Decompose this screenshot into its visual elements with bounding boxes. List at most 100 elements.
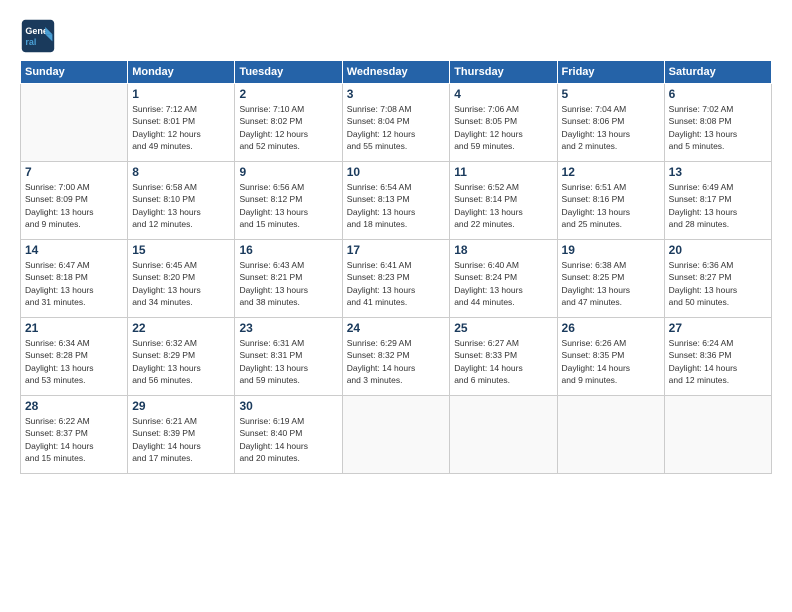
calendar-cell: 26 Sunrise: 6:26 AM Sunset: 8:35 PM Dayli… [557, 318, 664, 396]
calendar-cell: 24 Sunrise: 6:29 AM Sunset: 8:32 PM Dayli… [342, 318, 449, 396]
day-info: Sunrise: 6:45 AM Sunset: 8:20 PM Dayligh… [132, 259, 230, 308]
day-number: 15 [132, 243, 230, 257]
day-info: Sunrise: 6:36 AM Sunset: 8:27 PM Dayligh… [669, 259, 767, 308]
weekday-header-thursday: Thursday [450, 61, 557, 84]
day-number: 5 [562, 87, 660, 101]
calendar-cell [664, 396, 771, 474]
page: Gene ral SundayMondayTuesdayWednesdayThu… [0, 0, 792, 612]
logo-icon: Gene ral [20, 18, 56, 54]
calendar-cell: 11 Sunrise: 6:52 AM Sunset: 8:14 PM Dayli… [450, 162, 557, 240]
day-info: Sunrise: 7:00 AM Sunset: 8:09 PM Dayligh… [25, 181, 123, 230]
calendar-cell: 13 Sunrise: 6:49 AM Sunset: 8:17 PM Dayli… [664, 162, 771, 240]
day-info: Sunrise: 6:38 AM Sunset: 8:25 PM Dayligh… [562, 259, 660, 308]
day-number: 22 [132, 321, 230, 335]
header: Gene ral [20, 18, 772, 54]
day-number: 14 [25, 243, 123, 257]
weekday-header-wednesday: Wednesday [342, 61, 449, 84]
week-row-3: 14 Sunrise: 6:47 AM Sunset: 8:18 PM Dayli… [21, 240, 772, 318]
calendar-cell: 16Sunrise: 6:43 AM Sunset: 8:21 PM Dayli… [235, 240, 342, 318]
day-info: Sunrise: 6:19 AM Sunset: 8:40 PM Dayligh… [239, 415, 337, 464]
week-row-2: 7 Sunrise: 7:00 AM Sunset: 8:09 PM Daylig… [21, 162, 772, 240]
calendar-cell: 5 Sunrise: 7:04 AM Sunset: 8:06 PM Daylig… [557, 84, 664, 162]
week-row-1: 1Sunrise: 7:12 AM Sunset: 8:01 PM Daylig… [21, 84, 772, 162]
day-number: 19 [562, 243, 660, 257]
day-info: Sunrise: 6:34 AM Sunset: 8:28 PM Dayligh… [25, 337, 123, 386]
day-info: Sunrise: 6:21 AM Sunset: 8:39 PM Dayligh… [132, 415, 230, 464]
day-info: Sunrise: 6:49 AM Sunset: 8:17 PM Dayligh… [669, 181, 767, 230]
day-number: 9 [239, 165, 337, 179]
weekday-header-friday: Friday [557, 61, 664, 84]
day-info: Sunrise: 7:10 AM Sunset: 8:02 PM Dayligh… [239, 103, 337, 152]
svg-text:Gene: Gene [25, 26, 48, 36]
day-number: 6 [669, 87, 767, 101]
calendar-cell: 8 Sunrise: 6:58 AM Sunset: 8:10 PM Daylig… [128, 162, 235, 240]
calendar-cell: 30 Sunrise: 6:19 AM Sunset: 8:40 PM Dayli… [235, 396, 342, 474]
day-number: 18 [454, 243, 552, 257]
calendar-cell: 29Sunrise: 6:21 AM Sunset: 8:39 PM Dayli… [128, 396, 235, 474]
calendar-cell: 19 Sunrise: 6:38 AM Sunset: 8:25 PM Dayli… [557, 240, 664, 318]
calendar-cell: 1Sunrise: 7:12 AM Sunset: 8:01 PM Daylig… [128, 84, 235, 162]
calendar-body: 1Sunrise: 7:12 AM Sunset: 8:01 PM Daylig… [21, 84, 772, 474]
calendar-cell: 17Sunrise: 6:41 AM Sunset: 8:23 PM Dayli… [342, 240, 449, 318]
day-number: 7 [25, 165, 123, 179]
day-info: Sunrise: 7:04 AM Sunset: 8:06 PM Dayligh… [562, 103, 660, 152]
weekday-row: SundayMondayTuesdayWednesdayThursdayFrid… [21, 61, 772, 84]
calendar-cell: 7 Sunrise: 7:00 AM Sunset: 8:09 PM Daylig… [21, 162, 128, 240]
day-info: Sunrise: 7:02 AM Sunset: 8:08 PM Dayligh… [669, 103, 767, 152]
calendar-cell: 4Sunrise: 7:06 AM Sunset: 8:05 PM Daylig… [450, 84, 557, 162]
weekday-header-saturday: Saturday [664, 61, 771, 84]
calendar-cell: 15 Sunrise: 6:45 AM Sunset: 8:20 PM Dayli… [128, 240, 235, 318]
weekday-header-sunday: Sunday [21, 61, 128, 84]
week-row-4: 21 Sunrise: 6:34 AM Sunset: 8:28 PM Dayli… [21, 318, 772, 396]
calendar-cell: 18Sunrise: 6:40 AM Sunset: 8:24 PM Dayli… [450, 240, 557, 318]
day-info: Sunrise: 6:58 AM Sunset: 8:10 PM Dayligh… [132, 181, 230, 230]
day-number: 26 [562, 321, 660, 335]
day-info: Sunrise: 6:52 AM Sunset: 8:14 PM Dayligh… [454, 181, 552, 230]
day-info: Sunrise: 6:41 AM Sunset: 8:23 PM Dayligh… [347, 259, 445, 308]
day-info: Sunrise: 6:54 AM Sunset: 8:13 PM Dayligh… [347, 181, 445, 230]
day-info: Sunrise: 6:29 AM Sunset: 8:32 PM Dayligh… [347, 337, 445, 386]
day-number: 3 [347, 87, 445, 101]
calendar-cell: 28Sunrise: 6:22 AM Sunset: 8:37 PM Dayli… [21, 396, 128, 474]
logo: Gene ral [20, 18, 60, 54]
day-number: 12 [562, 165, 660, 179]
calendar-cell [342, 396, 449, 474]
calendar-cell: 27 Sunrise: 6:24 AM Sunset: 8:36 PM Dayli… [664, 318, 771, 396]
calendar-cell: 3 Sunrise: 7:08 AM Sunset: 8:04 PM Daylig… [342, 84, 449, 162]
svg-text:ral: ral [25, 37, 36, 47]
day-number: 30 [239, 399, 337, 413]
day-info: Sunrise: 6:32 AM Sunset: 8:29 PM Dayligh… [132, 337, 230, 386]
day-number: 24 [347, 321, 445, 335]
day-number: 20 [669, 243, 767, 257]
day-number: 23 [239, 321, 337, 335]
day-number: 2 [239, 87, 337, 101]
calendar-cell: 22 Sunrise: 6:32 AM Sunset: 8:29 PM Dayli… [128, 318, 235, 396]
calendar-cell: 20 Sunrise: 6:36 AM Sunset: 8:27 PM Dayli… [664, 240, 771, 318]
calendar-cell: 12Sunrise: 6:51 AM Sunset: 8:16 PM Dayli… [557, 162, 664, 240]
calendar-cell: 2 Sunrise: 7:10 AM Sunset: 8:02 PM Daylig… [235, 84, 342, 162]
week-row-5: 28Sunrise: 6:22 AM Sunset: 8:37 PM Dayli… [21, 396, 772, 474]
day-number: 8 [132, 165, 230, 179]
calendar-cell [450, 396, 557, 474]
calendar-cell: 21 Sunrise: 6:34 AM Sunset: 8:28 PM Dayli… [21, 318, 128, 396]
calendar-cell [21, 84, 128, 162]
day-info: Sunrise: 7:08 AM Sunset: 8:04 PM Dayligh… [347, 103, 445, 152]
day-info: Sunrise: 6:31 AM Sunset: 8:31 PM Dayligh… [239, 337, 337, 386]
calendar-cell: 6 Sunrise: 7:02 AM Sunset: 8:08 PM Daylig… [664, 84, 771, 162]
day-number: 11 [454, 165, 552, 179]
calendar-cell: 25 Sunrise: 6:27 AM Sunset: 8:33 PM Dayli… [450, 318, 557, 396]
day-number: 25 [454, 321, 552, 335]
day-info: Sunrise: 6:26 AM Sunset: 8:35 PM Dayligh… [562, 337, 660, 386]
weekday-header-monday: Monday [128, 61, 235, 84]
day-number: 27 [669, 321, 767, 335]
day-info: Sunrise: 6:22 AM Sunset: 8:37 PM Dayligh… [25, 415, 123, 464]
weekday-header-tuesday: Tuesday [235, 61, 342, 84]
calendar-cell: 10Sunrise: 6:54 AM Sunset: 8:13 PM Dayli… [342, 162, 449, 240]
calendar: SundayMondayTuesdayWednesdayThursdayFrid… [20, 60, 772, 474]
day-number: 21 [25, 321, 123, 335]
day-info: Sunrise: 6:47 AM Sunset: 8:18 PM Dayligh… [25, 259, 123, 308]
calendar-header: SundayMondayTuesdayWednesdayThursdayFrid… [21, 61, 772, 84]
day-info: Sunrise: 6:27 AM Sunset: 8:33 PM Dayligh… [454, 337, 552, 386]
day-number: 13 [669, 165, 767, 179]
day-info: Sunrise: 6:24 AM Sunset: 8:36 PM Dayligh… [669, 337, 767, 386]
